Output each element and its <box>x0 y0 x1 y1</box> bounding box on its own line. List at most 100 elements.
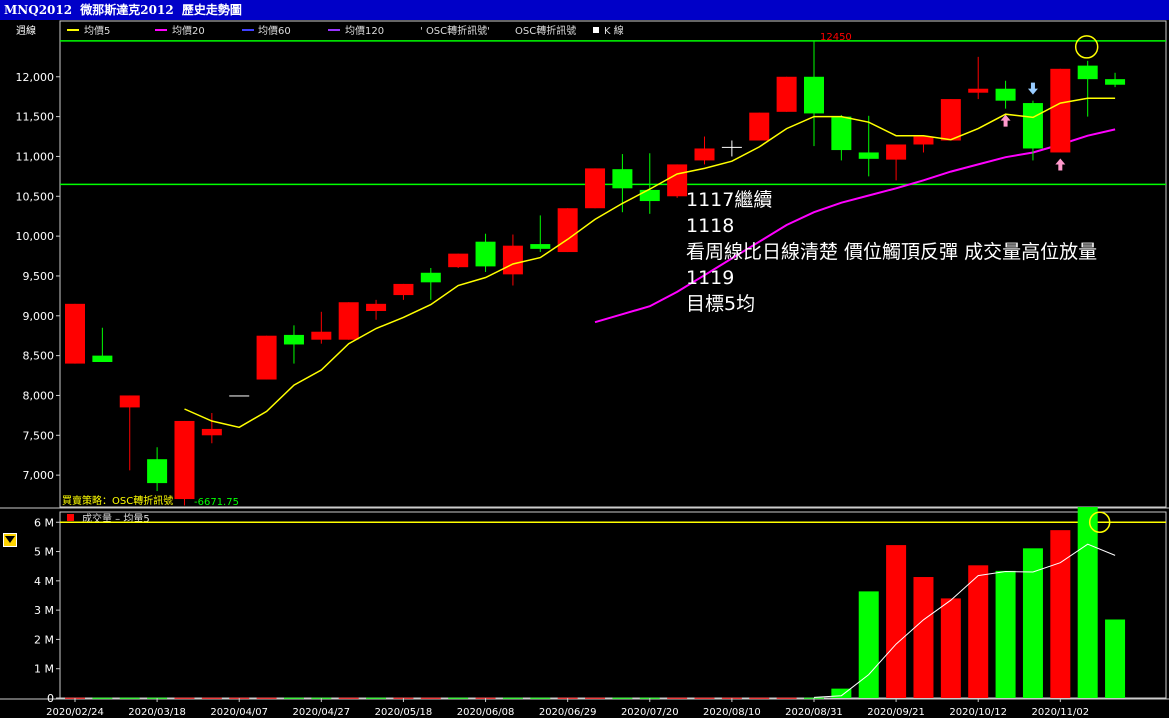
date-tick-label: 2020/06/29 <box>539 707 597 718</box>
date-tick-label: 2020/11/02 <box>1031 707 1089 718</box>
candle-body <box>475 241 496 267</box>
candle-body <box>283 334 304 345</box>
legend-osc2: OSC轉折訊號 <box>515 24 576 37</box>
highlight-circle <box>1074 35 1099 59</box>
date-tick-label: 2020/07/20 <box>621 707 679 718</box>
volume-tick-label: 4 M <box>34 575 54 588</box>
triangle-down-icon <box>5 536 15 543</box>
price-horizontal-lines <box>60 40 1166 186</box>
legend-ma60: 均價60 <box>258 24 291 37</box>
note-line: 1117繼續 <box>686 189 773 211</box>
legend-ma20: 均價20 <box>172 24 205 37</box>
volume-panel-toggle-button[interactable] <box>3 533 17 547</box>
price-tick-label: 7,500 <box>23 429 55 442</box>
title-code: MNQ2012 <box>4 3 73 17</box>
date-tick-label: 2020/08/31 <box>785 707 843 718</box>
signal-down-arrow-icon <box>1027 82 1038 95</box>
volume-bar <box>366 697 387 699</box>
price-tick-label: 8,000 <box>23 389 55 402</box>
date-tick-label: 2020/09/21 <box>867 707 925 718</box>
volume-bar <box>92 697 113 699</box>
candle-body <box>721 146 742 148</box>
title-name: 微那斯達克2012 <box>80 3 174 17</box>
date-tick-label: 2020/05/18 <box>375 707 433 718</box>
volume-tick-label: 1 M <box>34 663 54 676</box>
title-bar: MNQ2012 微那斯達克2012 歷史走勢圖 <box>0 0 1169 20</box>
volume-tick-label: 3 M <box>34 604 54 617</box>
vol-legend-label: 成交量 – 均量5 <box>82 512 150 525</box>
title-suffix: 歷史走勢圖 <box>181 3 242 17</box>
candle-body <box>995 88 1016 101</box>
strategy-value: -6671.75 <box>194 497 239 508</box>
volume-tick-label: 0 <box>47 692 54 705</box>
candle-body <box>585 168 606 209</box>
legend-ma5: 均價5 <box>84 24 110 37</box>
date-tick-label: 2020/10/12 <box>949 707 1007 718</box>
candle-body <box>831 116 852 151</box>
volume-bar <box>776 697 797 699</box>
price-tick-label: 9,000 <box>23 310 55 323</box>
candle-body <box>229 395 250 397</box>
price-tick-label: 10,000 <box>16 230 55 243</box>
candle-body <box>1050 68 1071 153</box>
annotation-note: 1117繼續 1118 看周線比日線清楚 價位觸頂反彈 成交量高位放量 1119… <box>686 187 1097 317</box>
candle-body <box>1022 103 1043 149</box>
volume-bar <box>1077 507 1098 698</box>
strategy-text: 買賣策略：OSC轉折訊號 <box>62 494 173 507</box>
volume-bar <box>174 697 195 699</box>
volume-bar <box>283 697 304 699</box>
legend-period: 週線 <box>16 24 36 37</box>
vol-legend-swatch <box>67 514 74 521</box>
chart-frames <box>0 20 1169 700</box>
volume-bar <box>420 697 441 699</box>
candle-body <box>256 335 277 380</box>
volume-bar <box>913 577 934 698</box>
legend-kline: K 線 <box>604 24 624 37</box>
candle-body <box>776 76 797 112</box>
candle-body <box>557 208 578 253</box>
legend-osc1: ' OSC轉折訊號' <box>420 24 490 37</box>
candle-body <box>65 303 85 364</box>
legend-ma120: 均價120 <box>345 24 384 37</box>
note-line: 1119 <box>686 267 735 289</box>
volume-bar <box>1022 548 1043 698</box>
date-tick-label: 2020/06/08 <box>457 707 515 718</box>
volume-bar <box>612 697 633 699</box>
date-tick-label: 2020/08/10 <box>703 707 761 718</box>
candle-body <box>448 253 469 268</box>
candle-body <box>420 272 441 283</box>
candle-body <box>393 283 414 296</box>
candle-body <box>667 164 688 197</box>
volume-bar <box>448 697 469 699</box>
volume-bar <box>530 697 551 699</box>
price-tick-label: 11,000 <box>16 150 55 163</box>
candle-body <box>530 244 551 249</box>
candle-body <box>119 395 140 408</box>
volume-bar <box>749 697 770 699</box>
note-line: 目標5均 <box>686 293 756 315</box>
candle-body <box>858 152 879 159</box>
volume-bar <box>995 570 1016 698</box>
volume-bar <box>1050 530 1071 698</box>
volume-bar <box>502 697 523 699</box>
volume-bar <box>886 545 907 698</box>
price-annotations: 12450 <box>820 32 1099 59</box>
price-tick-label: 11,500 <box>16 111 55 124</box>
volume-legend: 成交量 – 均量5 <box>67 512 150 525</box>
candle-body <box>1105 79 1126 85</box>
volume-bar <box>585 697 606 699</box>
volume-tick-label: 2 M <box>34 633 54 646</box>
candle-body <box>1077 65 1098 80</box>
candle-body <box>147 459 168 484</box>
price-tick-label: 10,500 <box>16 190 55 203</box>
volume-tick-label: 6 M <box>34 516 54 529</box>
candle-body <box>201 428 222 436</box>
candle-body <box>311 331 332 340</box>
signal-up-arrow-icon <box>1055 158 1066 171</box>
candle-body <box>803 76 824 114</box>
volume-bar <box>694 697 715 699</box>
candle-body <box>940 99 961 141</box>
candle-body <box>174 420 195 500</box>
date-axis: 2020/02/24 2020/03/18 2020/04/07 2020/04/27… <box>46 698 1089 718</box>
price-legend: 週線 均價5 均價20 均價60 均價120 ' OSC轉折訊號' OSC轉折訊… <box>16 24 624 37</box>
